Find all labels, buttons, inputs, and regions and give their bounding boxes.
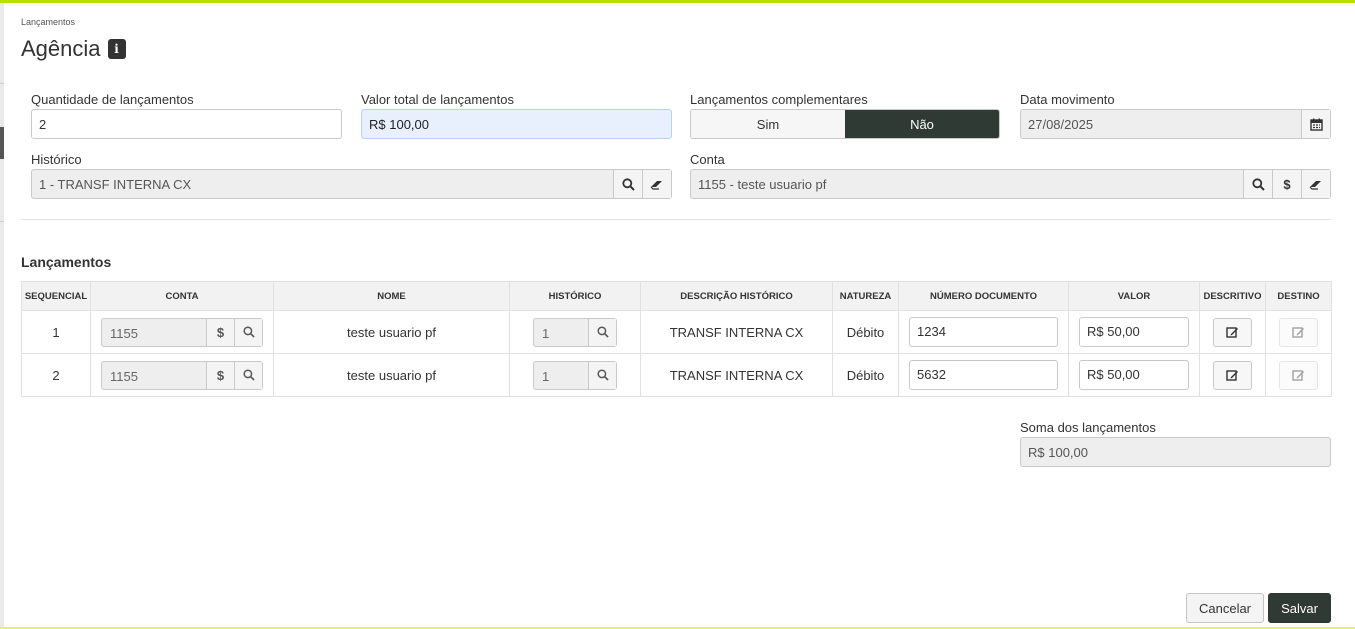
row-historico-value: 1 [542,325,550,341]
row-historico-search-button[interactable] [588,361,616,389]
data-movimento-input[interactable]: 27/08/2025 [1020,109,1331,139]
nome-cell: teste usuario pf [273,310,510,354]
column-header-nome: NOME [273,281,510,311]
dollar-icon: $ [216,324,225,340]
row-historico-field[interactable]: 1 [533,360,617,390]
eraser-icon [1309,180,1321,190]
row-conta-balance-button[interactable]: $ [206,318,234,346]
column-header-conta: CONTA [90,281,274,311]
historico-search-button[interactable] [613,170,642,198]
historico-clear-button[interactable] [642,170,671,198]
edit-icon [1226,327,1238,338]
row-historico-field[interactable]: 1 [533,317,617,347]
conta-search-button[interactable] [1243,170,1272,198]
search-icon [596,369,609,381]
conta-balance-button[interactable]: $ [1272,170,1301,198]
natureza-cell: Débito [832,310,899,354]
quantidade-label: Quantidade de lançamentos [31,92,194,107]
search-icon [596,326,609,338]
conta-value: 1155 - teste usuario pf [698,176,827,192]
complementares-label: Lançamentos complementares [690,92,868,107]
data-movimento-value: 27/08/2025 [1028,116,1094,132]
numero-documento-input[interactable]: 1234 [909,317,1058,347]
column-header-descritivo: DESCRITIVO [1199,281,1266,311]
sequencial-cell: 1 [21,310,91,354]
calendar-button[interactable] [1301,110,1330,138]
data-movimento-label: Data movimento [1020,92,1115,107]
edit-icon [1292,327,1304,338]
nome-cell: teste usuario pf [273,353,510,397]
save-button[interactable]: Salvar [1268,593,1331,623]
lancamentos-table: SEQUENCIAL CONTA NOME HISTÓRICO DESCRIÇÃ… [21,281,1332,397]
cancel-button[interactable]: Cancelar [1186,593,1264,623]
row-historico-search-button[interactable] [588,318,616,346]
complementares-toggle[interactable]: Sim Não [690,109,1000,139]
valor-total-label: Valor total de lançamentos [361,92,514,107]
column-header-numero-documento: NÚMERO DOCUMENTO [898,281,1069,311]
soma-input[interactable]: R$ 100,00 [1020,437,1331,467]
eraser-icon [650,180,662,190]
search-icon [242,369,255,381]
valor-total-input[interactable]: R$ 100,00 [361,109,672,139]
soma-label: Soma dos lançamentos [1020,420,1156,435]
row-conta-search-button[interactable] [234,318,262,346]
column-header-valor: VALOR [1068,281,1200,311]
section-divider [21,219,1331,220]
page-title-text: Agência [21,36,101,61]
valor-input[interactable]: R$ 50,00 [1079,317,1189,347]
descricao-cell: TRANSF INTERNA CX [640,310,833,354]
row-conta-field[interactable]: 1155 $ [101,317,263,347]
conta-input[interactable]: 1155 - teste usuario pf $ [690,169,1331,199]
column-header-sequencial: SEQUENCIAL [21,281,91,311]
quantidade-input[interactable]: 2 [31,109,342,139]
table-row: 1 1155 $ teste usuario pf 1 TRANSF INTER… [21,310,1332,354]
quantidade-value: 2 [39,116,47,132]
row-conta-value: 1155 [110,325,138,341]
search-icon [242,326,255,338]
dollar-icon: $ [1283,176,1291,192]
info-icon[interactable]: i [107,39,126,59]
breadcrumb[interactable]: Lançamentos [21,17,75,27]
search-icon [1251,177,1265,191]
descricao-cell: TRANSF INTERNA CX [640,353,833,397]
table-row: 2 1155 $ teste usuario pf 1 TRANSF INTER… [21,353,1332,397]
historico-value: 1 - TRANSF INTERNA CX [39,176,192,192]
numero-documento-input[interactable]: 5632 [909,360,1058,390]
conta-label: Conta [690,152,725,167]
search-icon [621,177,635,191]
sidebar-active-marker [0,127,4,159]
valor-total-value: R$ 100,00 [369,116,429,132]
destino-button[interactable] [1279,360,1318,390]
top-accent-bar [0,0,1355,3]
descritivo-button[interactable] [1213,360,1252,390]
soma-value: R$ 100,00 [1028,444,1088,460]
table-header-row: SEQUENCIAL CONTA NOME HISTÓRICO DESCRIÇÃ… [21,281,1332,311]
page-title: Agência i [21,36,126,62]
dollar-icon: $ [216,367,225,383]
column-header-descricao-historico: DESCRIÇÃO HISTÓRICO [640,281,833,311]
row-historico-value: 1 [542,368,550,384]
row-conta-value: 1155 [110,368,138,384]
sequencial-cell: 2 [21,353,91,397]
row-conta-field[interactable]: 1155 $ [101,360,263,390]
historico-input[interactable]: 1 - TRANSF INTERNA CX [31,169,672,199]
complementares-nao-option[interactable]: Não [845,110,999,138]
conta-clear-button[interactable] [1301,170,1330,198]
calendar-icon [1309,118,1323,131]
left-sidebar-strip [0,3,4,627]
column-header-destino: DESTINO [1265,281,1332,311]
row-conta-balance-button[interactable]: $ [206,361,234,389]
historico-label: Histórico [31,152,82,167]
destino-button[interactable] [1279,317,1318,347]
edit-icon [1226,370,1238,381]
column-header-natureza: NATUREZA [832,281,899,311]
lancamentos-section-title: Lançamentos [21,254,112,270]
natureza-cell: Débito [832,353,899,397]
descritivo-button[interactable] [1213,317,1252,347]
column-header-historico: HISTÓRICO [509,281,641,311]
complementares-sim-option[interactable]: Sim [691,110,845,138]
valor-input[interactable]: R$ 50,00 [1079,360,1189,390]
edit-icon [1292,370,1304,381]
row-conta-search-button[interactable] [234,361,262,389]
